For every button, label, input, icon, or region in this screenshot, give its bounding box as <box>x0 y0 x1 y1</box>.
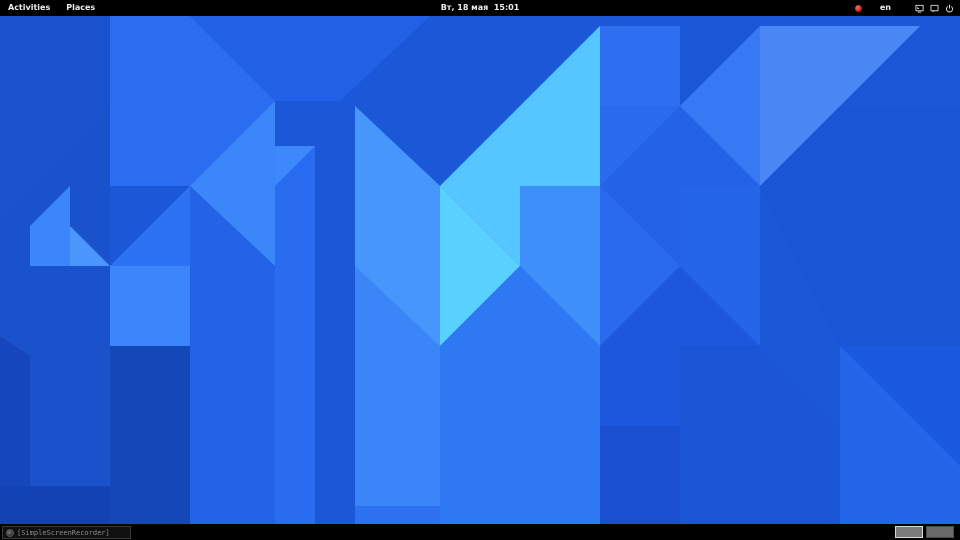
power-icon[interactable] <box>944 3 954 13</box>
simplescreenrecorder-icon <box>6 528 14 537</box>
workspace-1-button[interactable] <box>895 526 923 538</box>
record-indicator-icon[interactable] <box>854 4 862 12</box>
top-bar-left: Activities Places <box>0 0 103 16</box>
clock[interactable]: Вт, 18 мая 15:01 <box>441 0 520 16</box>
system-tray: en <box>854 0 954 16</box>
taskbar-window-button[interactable]: [SimpleScreenRecorder] <box>2 526 131 539</box>
display-icon[interactable] <box>914 3 924 13</box>
screen: Activities Places Вт, 18 мая 15:01 en [S… <box>0 0 960 540</box>
keyboard-layout-indicator[interactable]: en <box>880 0 891 16</box>
bottom-panel: [SimpleScreenRecorder] <box>0 524 960 540</box>
wallpaper-graphic <box>0 16 960 524</box>
taskbar-window-title: [SimpleScreenRecorder] <box>17 528 110 537</box>
places-menu[interactable]: Places <box>58 0 103 16</box>
workspace-2-button[interactable] <box>926 526 954 538</box>
desktop-wallpaper <box>0 16 960 524</box>
activities-button[interactable]: Activities <box>0 0 58 16</box>
chat-icon[interactable] <box>929 3 939 13</box>
top-bar: Activities Places Вт, 18 мая 15:01 en <box>0 0 960 16</box>
